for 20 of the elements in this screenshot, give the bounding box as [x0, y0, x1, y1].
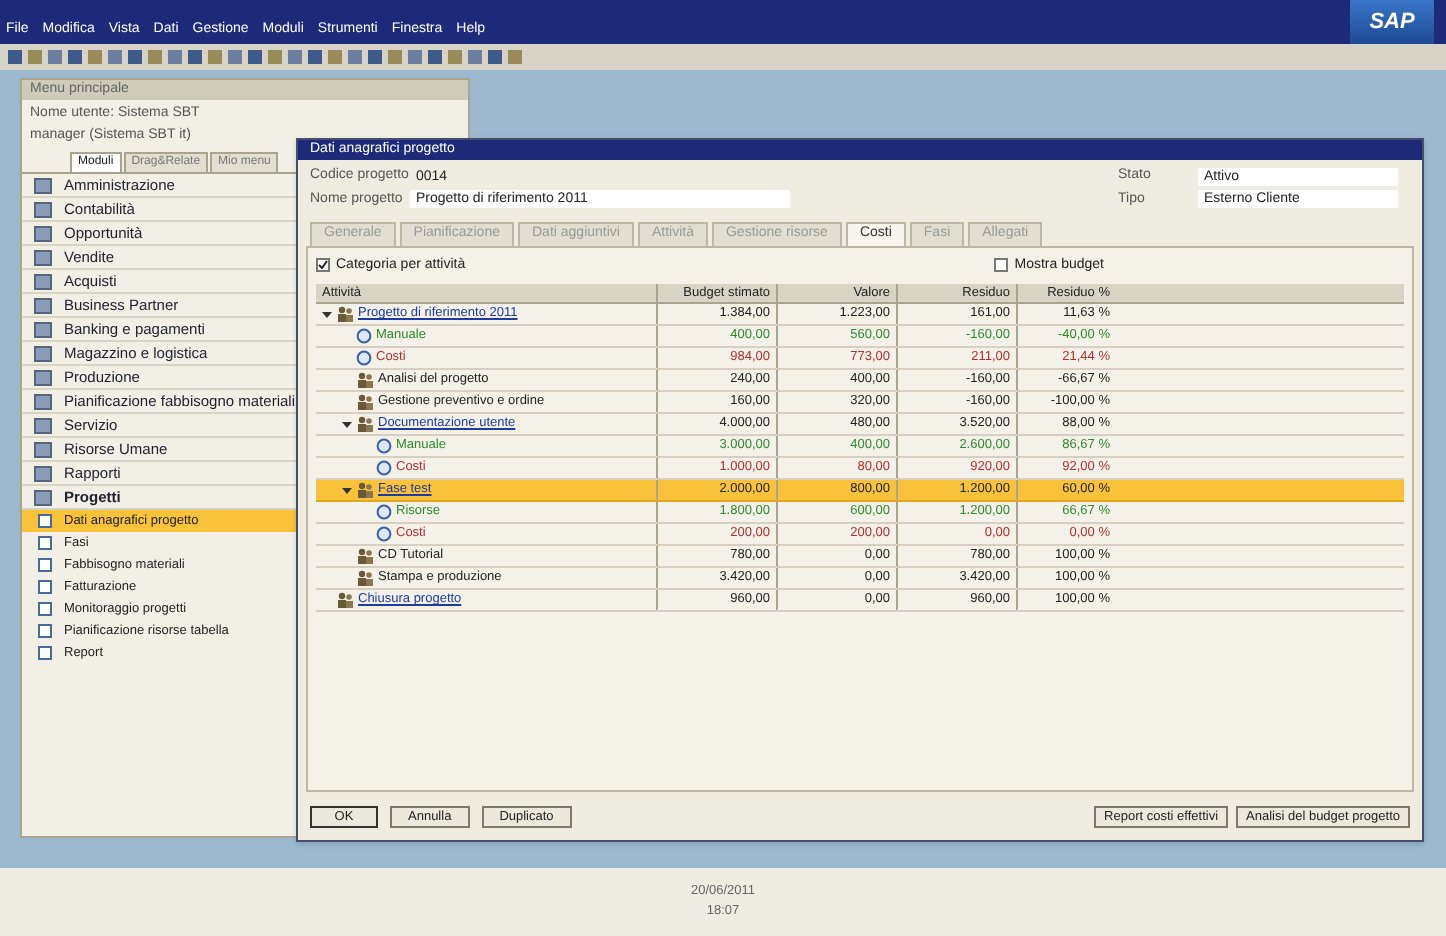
expand-icon[interactable]	[342, 485, 352, 495]
people-icon	[356, 394, 374, 410]
checkbox[interactable]	[316, 258, 330, 273]
circle-icon	[376, 438, 392, 454]
expand-icon[interactable]	[322, 309, 332, 319]
circle-icon	[356, 328, 372, 344]
circle-icon	[376, 526, 392, 542]
people-icon	[356, 548, 374, 564]
circle-icon	[376, 460, 392, 476]
sap-logo: SAP	[1350, 0, 1434, 44]
checkbox[interactable]	[994, 258, 1009, 273]
people-icon	[356, 416, 374, 432]
expand-icon[interactable]	[342, 419, 352, 429]
people-icon	[336, 306, 354, 322]
circle-icon	[376, 504, 392, 520]
circle-icon	[356, 350, 372, 366]
people-icon	[356, 570, 374, 586]
people-icon	[356, 482, 374, 498]
people-icon	[336, 592, 354, 608]
people-icon	[356, 372, 374, 388]
